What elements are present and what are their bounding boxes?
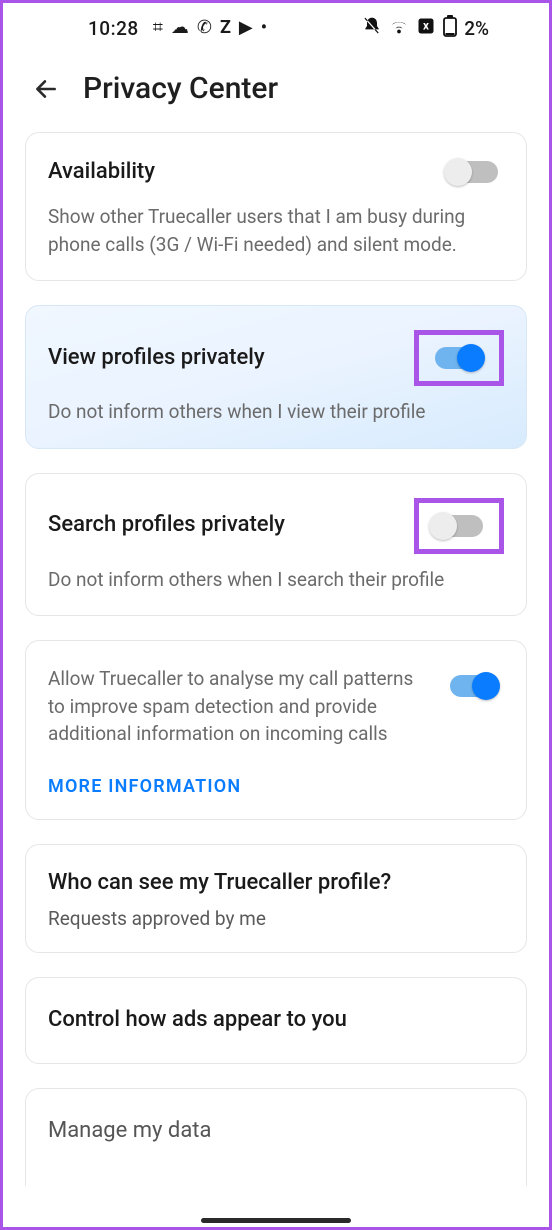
statusbar-left: 10:28 ⌗ ☁ ✆ Z ▶ • [88, 17, 267, 40]
hash-icon: ⌗ [153, 19, 163, 37]
card-manage-data[interactable]: Manage my data [25, 1088, 527, 1186]
settings-list: Availability Show other Truecaller users… [3, 132, 549, 1186]
card-availability[interactable]: Availability Show other Truecaller users… [25, 132, 527, 281]
battery-text: 2% [464, 17, 489, 40]
card-title: Manage my data [48, 1117, 504, 1146]
page-title: Privacy Center [83, 71, 278, 106]
home-handle[interactable] [201, 1218, 351, 1223]
card-analyse-calls[interactable]: Allow Truecaller to analyse my call patt… [25, 640, 527, 820]
toggle-view-privately[interactable] [429, 343, 489, 373]
card-control-ads[interactable]: Control how ads appear to you [25, 977, 527, 1064]
card-desc: Do not inform others when I search their… [48, 566, 504, 594]
annotation-highlight [414, 498, 504, 554]
card-desc: Show other Truecaller users that I am bu… [48, 203, 504, 258]
card-title: Availability [48, 158, 155, 187]
dot-icon: • [261, 19, 267, 37]
toggle-availability[interactable] [444, 157, 504, 187]
error-icon: x [416, 16, 436, 40]
card-view-privately[interactable]: View profiles privately Do not inform ot… [25, 305, 527, 449]
card-value: Requests approved by me [48, 907, 504, 930]
statusbar-time: 10:28 [88, 17, 139, 40]
z-icon: Z [220, 19, 231, 37]
header: Privacy Center [3, 53, 549, 132]
toggle-search-privately[interactable] [429, 511, 489, 541]
wifi-icon [388, 15, 410, 41]
youtube-icon: ▶ [239, 19, 253, 37]
more-information-link[interactable]: MORE INFORMATION [48, 776, 504, 797]
card-who-can-see[interactable]: Who can see my Truecaller profile? Reque… [25, 844, 527, 954]
toggle-analyse-calls[interactable] [444, 671, 504, 701]
back-arrow-icon [33, 76, 59, 102]
annotation-highlight [414, 330, 504, 386]
card-title: Search profiles privately [48, 511, 285, 540]
statusbar-right: x 2% [362, 14, 489, 42]
battery-icon [442, 14, 458, 42]
speech-icon: ☁ [171, 19, 189, 37]
whatsapp-icon: ✆ [197, 19, 212, 37]
card-search-privately[interactable]: Search profiles privately Do not inform … [25, 473, 527, 617]
card-title: Who can see my Truecaller profile? [48, 869, 504, 898]
card-desc: Do not inform others when I view their p… [48, 398, 504, 426]
svg-text:x: x [423, 18, 429, 32]
bell-off-icon [362, 16, 382, 40]
card-desc: Allow Truecaller to analyse my call patt… [48, 665, 430, 748]
back-button[interactable] [31, 74, 61, 104]
statusbar: 10:28 ⌗ ☁ ✆ Z ▶ • x 2% [3, 3, 549, 53]
card-title: Control how ads appear to you [48, 1006, 504, 1035]
card-title: View profiles privately [48, 344, 265, 373]
